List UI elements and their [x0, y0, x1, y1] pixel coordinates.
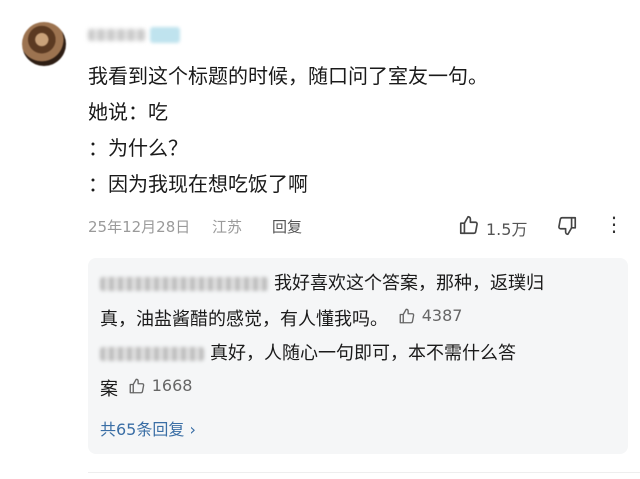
comment-avatar[interactable] — [22, 22, 66, 66]
comment-line-3: ：为什么？ — [88, 136, 188, 160]
comment-body: 我看到这个标题的时候，随口问了室友一句。 她说：吃 ：为什么？ ：因为我现在想吃… — [88, 58, 628, 202]
comment-date: 25年12月28日 — [88, 218, 191, 236]
reply-text-line-1: 真好，人随心一句即可，本不需什么答 — [210, 343, 516, 364]
blurred-reply-username[interactable] — [100, 277, 268, 291]
comment-line-4: ：因为我现在想吃饭了啊 — [88, 172, 308, 196]
reply-like-count: 1668 — [151, 376, 193, 395]
comment-line-2: 她说：吃 — [88, 100, 168, 124]
comment-line-1: 我看到这个标题的时候，随口问了室友一句。 — [88, 64, 488, 88]
comment-location: 江苏 — [212, 218, 243, 236]
user-badge — [150, 27, 180, 43]
reply-like-count: 4387 — [421, 306, 463, 325]
reply-button[interactable]: 回复 — [272, 216, 302, 237]
thumbs-up-icon — [129, 378, 145, 394]
reply-text-line-2: 真，油盐酱醋的感觉，有人懂我吗。 — [100, 309, 388, 330]
reply-like[interactable]: 4387 — [398, 300, 463, 332]
replies-panel: 我好喜欢这个答案，那种，返璞归 真，油盐酱醋的感觉，有人懂我吗。 4387 真好… — [88, 258, 628, 454]
more-vertical-icon[interactable]: ⋮ — [604, 214, 624, 236]
blurred-username — [88, 29, 146, 41]
comment-meta: 25年12月28日 江苏 回复 1.5万 ⋮ — [88, 214, 628, 239]
like-count: 1.5万 — [486, 220, 528, 239]
comment-username[interactable] — [88, 27, 180, 43]
reply-text-line-1: 我好喜欢这个答案，那种，返璞归 — [274, 273, 544, 294]
reply-item: 我好喜欢这个答案，那种，返璞归 真，油盐酱醋的感觉，有人懂我吗。 4387 — [100, 268, 616, 336]
reply-like[interactable]: 1668 — [128, 370, 193, 402]
thumbs-up-icon — [399, 308, 415, 324]
divider — [88, 472, 640, 473]
thumbs-down-icon[interactable] — [556, 215, 578, 237]
thumbs-up-icon[interactable] — [458, 214, 480, 236]
reply-item: 真好，人随心一句即可，本不需什么答 案 1668 — [100, 338, 616, 406]
blurred-reply-username[interactable] — [100, 347, 204, 361]
view-more-replies-link[interactable]: 共65条回复 › — [100, 416, 196, 440]
reply-text-line-2: 案 — [100, 379, 118, 400]
